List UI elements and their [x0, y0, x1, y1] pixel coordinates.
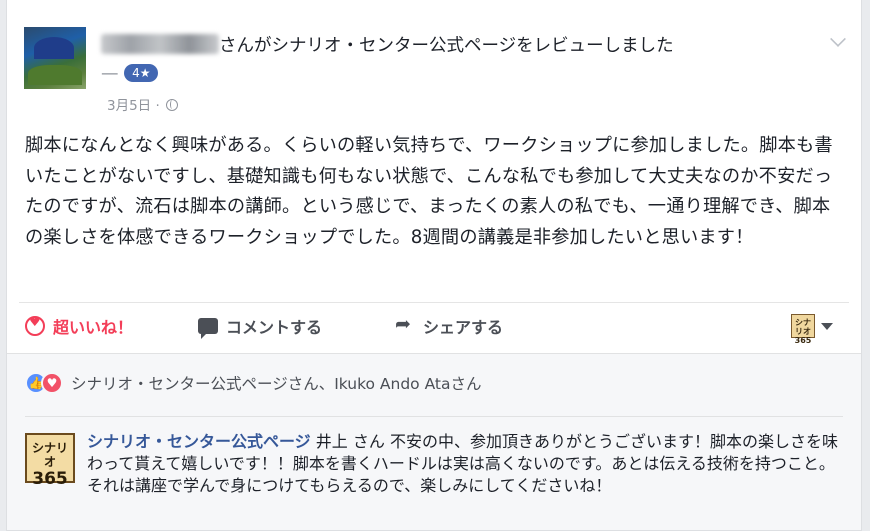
post-meta: 3月5日 ·: [107, 94, 179, 114]
reaction-names[interactable]: シナリオ・センター公式ページさん、Ikuko Ando Ataさん: [71, 372, 482, 394]
comment-label: コメントする: [226, 318, 323, 337]
share-label: シェアする: [423, 318, 504, 337]
heart-icon: [25, 315, 45, 336]
commenter-avatar-line2: 365: [32, 469, 68, 489]
author-avatar[interactable]: [24, 27, 86, 89]
share-button[interactable]: シェアする: [395, 313, 504, 338]
love-reaction-icon: ♥: [41, 372, 63, 394]
love-button[interactable]: 超いいね！: [25, 314, 133, 338]
headline-dash: —: [101, 64, 119, 84]
page-identity-selector[interactable]: シナリオ 365: [791, 314, 833, 345]
page-logo-line2: 365: [794, 336, 812, 345]
feedback-section: 👍 ♥ シナリオ・センター公式ページさん、Ikuko Ando Ataさん シナ…: [7, 353, 861, 530]
page-logo-line1: シナリオ: [795, 318, 811, 336]
chevron-down-icon[interactable]: [830, 31, 846, 47]
author-name-redacted[interactable]: [101, 34, 219, 54]
page-logo: シナリオ 365: [791, 314, 815, 345]
divider: [25, 416, 843, 417]
action-bar: 超いいね！ コメントする シェアする シナリオ 365: [7, 310, 861, 345]
reaction-summary[interactable]: 👍 ♥ シナリオ・センター公式ページさん、Ikuko Ando Ataさん: [25, 372, 482, 394]
globe-icon[interactable]: [166, 99, 179, 111]
comment-author[interactable]: シナリオ・センター公式ページ: [87, 432, 311, 451]
divider: [19, 302, 849, 303]
love-label: 超いいね！: [53, 318, 134, 337]
caret-down-icon: [821, 322, 833, 330]
post-body: 脚本になんとなく興味がある。くらいの軽い気持ちで、ワークショップに参加しました。…: [25, 135, 833, 248]
comment-icon: [198, 318, 218, 339]
rating-badge[interactable]: 4★: [124, 64, 159, 82]
share-icon: [395, 313, 415, 335]
post-headline: さんがシナリオ・センター公式ページをレビューしました — 4★: [101, 32, 801, 88]
avatar-awning: [34, 37, 74, 59]
commenter-avatar[interactable]: シナリオ 365: [25, 433, 75, 489]
comment-button[interactable]: コメントする: [198, 314, 323, 339]
avatar-plants: [28, 65, 82, 85]
meta-separator: ·: [155, 98, 160, 114]
comment-body: シナリオ・センター公式ページ 井上 さん 不安の中、参加頂きありがとうございます…: [87, 431, 847, 497]
headline-text: さんがシナリオ・センター公式ページをレビューしました: [219, 36, 674, 56]
post-date[interactable]: 3月5日: [107, 98, 151, 114]
commenter-avatar-line1: シナリオ: [31, 441, 68, 469]
review-post-card: さんがシナリオ・センター公式ページをレビューしました — 4★ 3月5日 · 脚…: [6, 0, 862, 531]
